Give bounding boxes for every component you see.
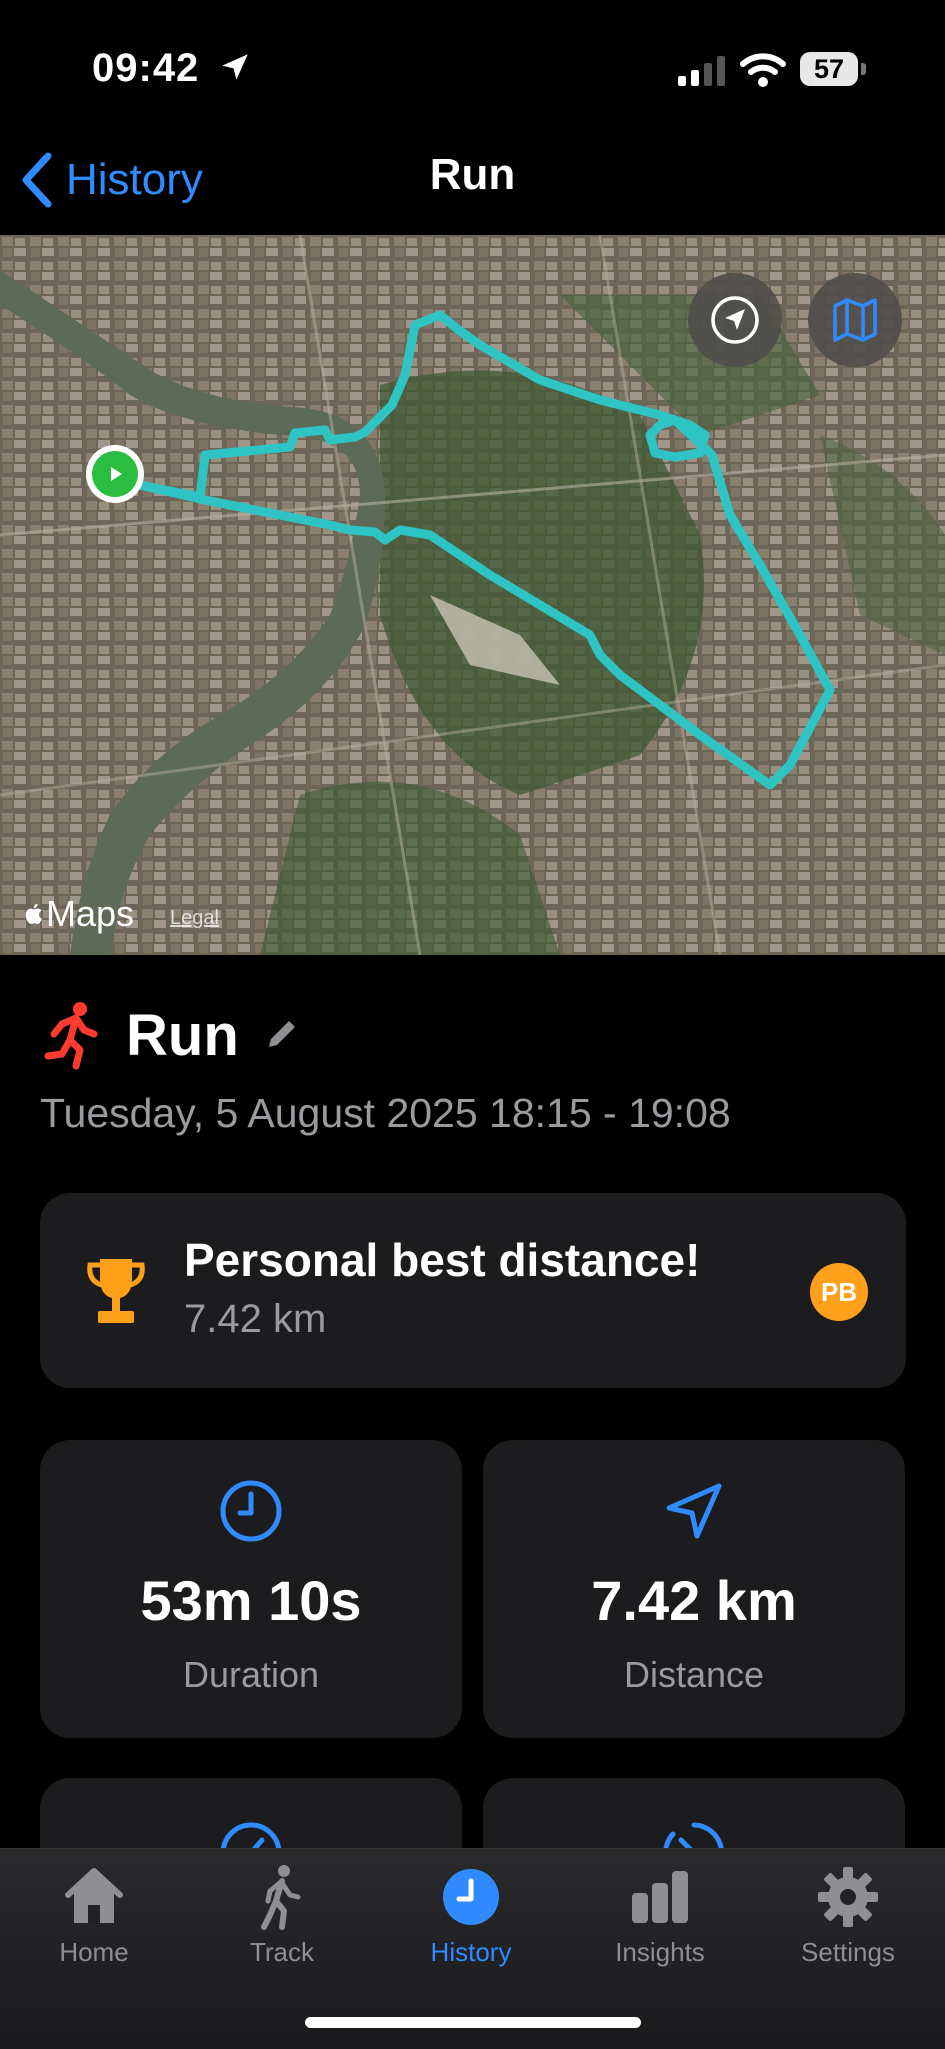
clock-icon [443,1869,499,1925]
personal-best-title: Personal best distance! [184,1234,701,1286]
maps-attribution-text: Maps [46,893,135,934]
activity-datetime: Tuesday, 5 August 2025 18:15 - 19:08 [40,1090,731,1136]
cellular-signal-icon [678,56,725,86]
duration-value: 53m 10s [140,1569,362,1632]
map-icon [833,298,877,342]
apple-logo-icon [25,903,42,925]
home-indicator[interactable] [305,2017,641,2028]
tab-history[interactable]: History [396,1863,546,1983]
tab-track-label: Track [249,1937,315,1967]
tab-home[interactable]: Home [19,1863,169,1983]
location-services-icon [222,54,248,80]
wifi-icon [740,53,786,87]
page-title: Run [429,150,516,199]
pb-badge: PB [810,1263,868,1321]
trophy-icon [87,1259,145,1323]
route-map[interactable]: Maps Legal [0,235,945,955]
tab-history-label: History [430,1937,512,1967]
tab-settings[interactable]: Settings [773,1863,923,1983]
personal-best-value: 7.42 km [184,1297,327,1341]
navigation-bar: History Run [0,140,945,220]
pencil-icon[interactable] [261,1015,301,1055]
route-start-marker [86,445,144,503]
apple-maps-attribution: Maps [22,893,134,935]
status-bar: 09:42 57 [0,0,945,120]
location-arrow-circle-icon [711,296,759,344]
walker-icon [261,1865,301,1930]
tab-home-label: Home [59,1937,129,1967]
activity-title: Run [126,1002,239,1068]
bar-chart-icon [632,1871,688,1923]
distance-label: Distance [623,1654,765,1695]
tab-settings-label: Settings [801,1937,895,1967]
distance-value: 7.42 km [591,1569,797,1632]
gear-icon [818,1867,878,1927]
tab-insights[interactable]: Insights [585,1863,735,1983]
recenter-button[interactable] [688,273,782,367]
duration-label: Duration [182,1654,320,1695]
distance-card: 7.42 km Distance [483,1440,905,1738]
location-arrow-icon [666,1483,722,1539]
duration-card: 53m 10s Duration [40,1440,462,1738]
play-icon [111,467,122,481]
clock-icon [220,1480,282,1542]
map-type-button[interactable] [808,273,902,367]
satellite-map-image [0,235,945,955]
house-icon [65,1868,123,1923]
activity-header: Run [40,995,301,1075]
battery-percent: 57 [813,54,845,84]
tab-track[interactable]: Track [207,1863,357,1983]
battery-indicator: 57 [800,52,866,86]
running-figure-icon [44,1002,98,1070]
personal-best-card: Personal best distance! 7.42 km PB [40,1193,906,1388]
tab-insights-label: Insights [615,1937,705,1967]
legal-link[interactable]: Legal [170,907,219,930]
status-time: 09:42 [92,46,200,90]
